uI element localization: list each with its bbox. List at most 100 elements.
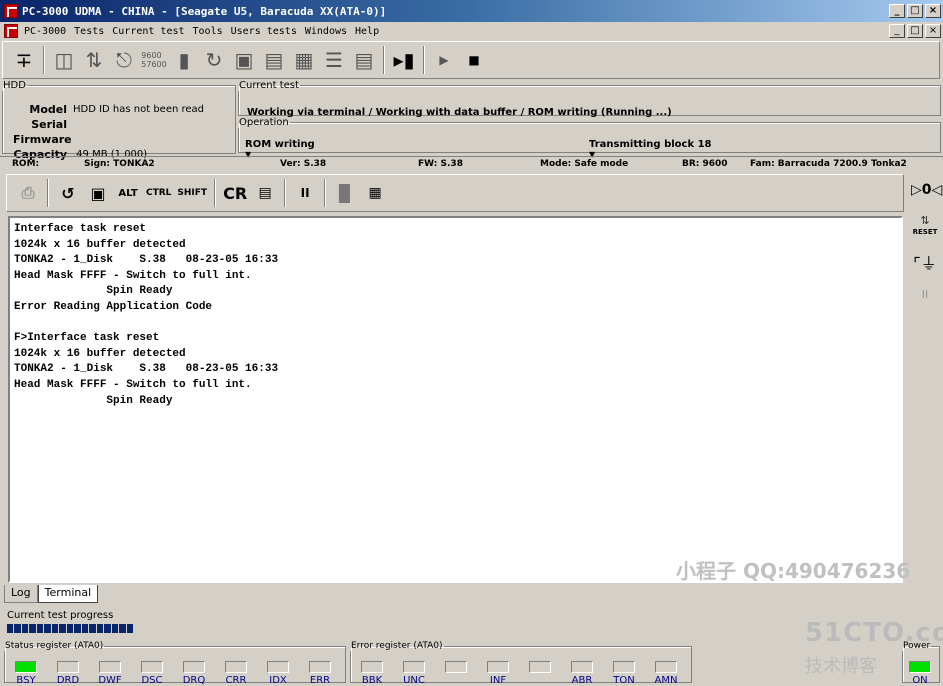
copy-icon[interactable]: ▉ bbox=[330, 179, 360, 207]
progress-segment bbox=[14, 624, 21, 633]
menu-pc3000[interactable]: PC-3000 bbox=[24, 26, 66, 37]
tab-bar: Log Terminal bbox=[4, 585, 99, 603]
reset-icon[interactable]: ↻ bbox=[199, 45, 229, 75]
mdi-close-button[interactable]: × bbox=[925, 24, 941, 38]
mdi-restore-button[interactable]: □ bbox=[907, 24, 923, 38]
ctrl-button[interactable]: CTRL bbox=[143, 179, 174, 207]
led-indicator bbox=[613, 661, 635, 673]
model-value: HDD ID has not been read bbox=[73, 104, 205, 115]
led-indicator bbox=[487, 661, 509, 673]
hdd-panel: HDD Model HDD ID has not been read Seria… bbox=[2, 80, 236, 161]
progress-segment bbox=[89, 624, 96, 633]
disk-icon[interactable]: ▣ bbox=[229, 45, 259, 75]
transfer-icon[interactable]: ⇅ bbox=[79, 45, 109, 75]
menu-app-icon[interactable] bbox=[4, 24, 18, 38]
current-test-legend: Current test bbox=[239, 80, 299, 91]
progress-segment bbox=[51, 624, 59, 633]
operation-panel: Operation ROM writing ▼ Transmitting blo… bbox=[238, 117, 941, 159]
error-leds: BBK UNC INF ABR TON AMN bbox=[351, 661, 687, 686]
menu-current-test[interactable]: Current test bbox=[112, 26, 184, 37]
led-label: DWF bbox=[98, 675, 122, 686]
menu-help[interactable]: Help bbox=[355, 26, 379, 37]
led-dsc: DSC bbox=[131, 661, 173, 686]
print-icon[interactable]: ▦ bbox=[360, 179, 390, 207]
led-label: DSC bbox=[141, 675, 163, 686]
stop-icon[interactable]: ■ bbox=[459, 45, 489, 75]
terminal-line: Head Mask FFFF - Switch to full int. bbox=[14, 378, 252, 391]
led-unused bbox=[519, 661, 561, 686]
restore-button[interactable]: □ bbox=[907, 4, 923, 18]
pause-button[interactable]: II bbox=[290, 179, 320, 207]
firmware-label: Firmware bbox=[13, 133, 72, 146]
rom-ver: Ver: S.38 bbox=[280, 159, 327, 169]
tab-log[interactable]: Log bbox=[4, 585, 38, 603]
menu-users-tests[interactable]: Users tests bbox=[231, 26, 297, 37]
power-switch-icon[interactable]: ⌜⏚ bbox=[911, 250, 939, 274]
terminal-line: Head Mask FFFF - Switch to full int. bbox=[14, 269, 252, 282]
progress-segment bbox=[81, 624, 89, 633]
terminal-line: Interface task reset bbox=[14, 223, 147, 235]
led-label: BSY bbox=[16, 675, 36, 686]
menu-tests[interactable]: Tests bbox=[74, 26, 104, 37]
info-icon[interactable]: ▤ bbox=[259, 45, 289, 75]
error-register-legend: Error register (ATA0) bbox=[351, 641, 443, 651]
alt-button[interactable]: ALT bbox=[113, 179, 143, 207]
list-icon[interactable]: ▤ bbox=[349, 45, 379, 75]
right-pause-button[interactable]: II bbox=[911, 288, 939, 301]
led-indicator bbox=[15, 661, 37, 673]
rom-mode: Mode: Safe mode bbox=[540, 159, 629, 169]
baudrate-icon[interactable]: 9600 57600 bbox=[139, 45, 169, 75]
send-file-icon[interactable]: ⎙ bbox=[13, 179, 43, 207]
connect-icon[interactable]: ∓ bbox=[9, 45, 39, 75]
power-icon[interactable]: ⎋ bbox=[109, 45, 139, 75]
progress-segment bbox=[126, 624, 133, 633]
led-inf: INF bbox=[477, 661, 519, 686]
cr-button[interactable]: CR bbox=[220, 179, 250, 207]
tab-terminal[interactable]: Terminal bbox=[37, 585, 99, 603]
led-bbk: BBK bbox=[351, 661, 393, 686]
mdi-minimize-button[interactable]: _ bbox=[889, 24, 905, 38]
hdd-id-icon[interactable]: ◫ bbox=[49, 45, 79, 75]
led-indicator bbox=[267, 661, 289, 673]
terminal-output[interactable]: Interface task reset 1024k x 16 buffer de… bbox=[8, 216, 903, 583]
status-leds: BSY DRD DWF DSC DRQ CRR IDX ERR bbox=[5, 661, 341, 686]
app-icon bbox=[4, 4, 18, 18]
exit-icon[interactable]: ▸▮ bbox=[389, 45, 419, 75]
close-button[interactable]: × bbox=[925, 4, 941, 18]
reset-button[interactable]: ⇅ RESET bbox=[911, 214, 939, 237]
chip-icon[interactable]: ▮ bbox=[169, 45, 199, 75]
led-amn: AMN bbox=[645, 661, 687, 686]
led-idx: IDX bbox=[257, 661, 299, 686]
progress-segment bbox=[74, 624, 81, 633]
rom-fam: Fam: Barracuda 7200.9 Tonka2 bbox=[750, 159, 907, 169]
terminal-line: F>Interface task reset bbox=[14, 332, 160, 345]
rom-br: BR: 9600 bbox=[682, 159, 728, 169]
shift-button[interactable]: SHIFT bbox=[174, 179, 210, 207]
led-indicator bbox=[403, 661, 425, 673]
led-drd: DRD bbox=[47, 661, 89, 686]
status-register-panel: Status register (ATA0) BSY DRD DWF DSC DRQ CR… bbox=[4, 641, 346, 686]
main-toolbar: ∓ ◫ ⇅ ⎋ 9600 57600 ▮ ↻ ▣ ▤ ▦ ☰ ▤ ▸▮ ▶ ■ bbox=[2, 41, 940, 79]
interface-icon[interactable]: ▷0◁ bbox=[911, 182, 942, 198]
open-file-icon[interactable]: ↺ bbox=[53, 179, 83, 207]
led-ton: TON bbox=[603, 661, 645, 686]
menu-tools[interactable]: Tools bbox=[193, 26, 223, 37]
power-legend: Power bbox=[903, 641, 931, 651]
save-icon[interactable]: ▤ bbox=[250, 179, 280, 207]
terminal-line: TONKA2 - 1_Disk S.38 08-23-05 16:33 bbox=[14, 254, 279, 267]
progress-segment bbox=[7, 624, 14, 633]
menu-windows[interactable]: Windows bbox=[305, 26, 347, 37]
rom-fw: FW: S.38 bbox=[418, 159, 463, 169]
progress-segment bbox=[66, 624, 74, 633]
load-icon[interactable]: ▣ bbox=[83, 179, 113, 207]
menu-bar: PC-3000 Tests Current test Tools Users t… bbox=[0, 22, 943, 40]
led-indicator bbox=[225, 661, 247, 673]
sectors-icon[interactable]: ☰ bbox=[319, 45, 349, 75]
grid-icon[interactable]: ▦ bbox=[289, 45, 319, 75]
progress-segment bbox=[104, 624, 111, 633]
title-bar: PC-3000 UDMA - CHINA - [Seagate U5, Bara… bbox=[0, 0, 943, 22]
play-icon[interactable]: ▶ bbox=[429, 45, 459, 75]
led-indicator bbox=[361, 661, 383, 673]
minimize-button[interactable]: _ bbox=[889, 4, 905, 18]
led-label: UNC bbox=[403, 675, 425, 686]
